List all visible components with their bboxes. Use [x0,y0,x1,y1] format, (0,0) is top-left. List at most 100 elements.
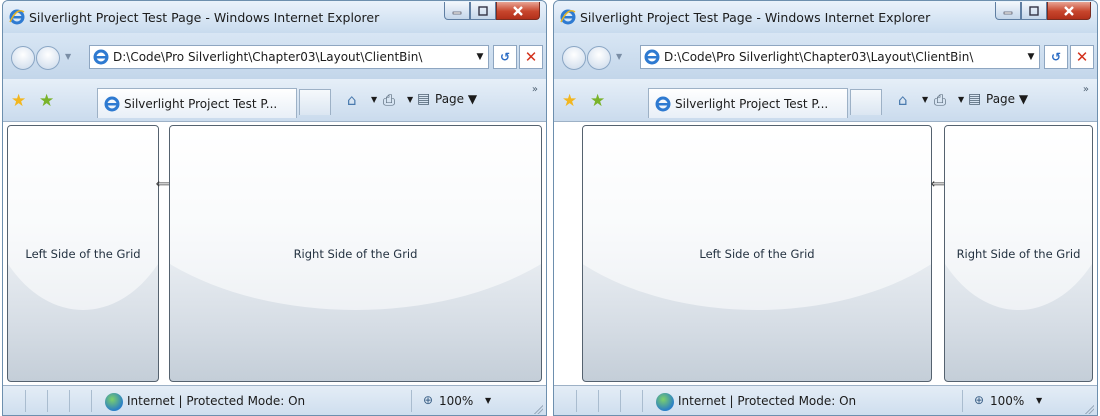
recent-pages-dropdown[interactable]: ▼ [616,52,622,61]
maximize-button[interactable] [470,2,496,20]
zoom-icon: ⊕ [423,393,434,407]
title-bar[interactable]: Silverlight Project Test Page - Windows … [554,1,1097,33]
back-button[interactable] [11,46,35,70]
address-field[interactable]: D:\Code\Pro Silverlight\Chapter03\Layout… [640,45,1040,69]
close-icon [513,5,523,16]
forward-button[interactable] [36,46,60,70]
recent-pages-dropdown[interactable]: ▼ [65,52,71,61]
zoom-level[interactable]: 100% [990,394,1024,408]
internet-zone-icon [656,393,674,411]
address-field[interactable]: D:\Code\Pro Silverlight\Chapter03\Layout… [89,45,489,69]
favorites-star-icon[interactable]: ★ [11,91,26,111]
print-dropdown[interactable]: ▼ [407,95,413,104]
new-tab-button[interactable] [850,89,882,115]
grid-left-label: Left Side of the Grid [25,246,141,261]
security-zone-text[interactable]: Internet | Protected Mode: On [127,394,305,408]
page-menu[interactable]: Page ▼ [986,92,1028,106]
grid-left-panel: Left Side of the Grid [582,125,932,382]
resize-grip[interactable] [533,404,543,414]
refresh-icon: ↺ [499,50,511,64]
zoom-dropdown[interactable]: ▼ [1036,396,1042,405]
zoom-icon: ⊕ [974,393,985,407]
tab-title: Silverlight Project Test P... [675,96,829,111]
add-favorite-icon[interactable]: ★ [590,91,605,111]
address-toolbar: ▼ D:\Code\Pro Silverlight\Chapter03\Layo… [554,33,1097,79]
stop-icon: ✕ [1075,48,1089,66]
refresh-button[interactable]: ↺ [1044,45,1068,69]
internet-explorer-icon [9,9,25,25]
page-content: Left Side of the Grid ⟺ Right Side of th… [554,121,1097,385]
chevron-more-icon[interactable]: » [1083,84,1089,95]
browser-window-1: Silverlight Project Test Page - Windows … [2,0,547,416]
internet-zone-icon [105,393,123,411]
internet-explorer-icon [655,96,671,111]
home-dropdown[interactable]: ▼ [922,95,928,104]
back-button[interactable] [562,46,586,70]
stop-button[interactable]: ✕ [1070,45,1094,69]
tab-title: Silverlight Project Test P... [124,96,278,111]
close-button[interactable] [496,2,540,20]
resize-grip[interactable] [1084,404,1094,414]
command-bar: ★ ★ Silverlight Project Test P... ⌂ ▼ ⎙ … [3,79,546,121]
address-dropdown[interactable]: ▼ [472,52,488,62]
page-menu[interactable]: Page ▼ [435,92,477,106]
page-menu-label: Page [435,92,465,106]
page-menu-label: Page [986,92,1016,106]
browser-window-2: Silverlight Project Test Page - Windows … [553,0,1098,416]
title-bar[interactable]: Silverlight Project Test Page - Windows … [3,1,546,33]
home-icon[interactable]: ⌂ [898,91,908,109]
window-title: Silverlight Project Test Page - Windows … [580,10,931,25]
print-dropdown[interactable]: ▼ [958,95,964,104]
new-tab-button[interactable] [299,89,331,115]
print-icon[interactable]: ⎙ [934,91,946,109]
maximize-button[interactable] [1021,2,1047,20]
caption-buttons [444,2,540,20]
chevron-more-icon[interactable]: » [532,84,538,95]
address-toolbar: ▼ D:\Code\Pro Silverlight\Chapter03\Layo… [3,33,546,79]
maximize-icon [478,5,488,16]
grid-right-panel: Right Side of the Grid [944,125,1093,382]
stop-button[interactable]: ✕ [519,45,543,69]
grid-left-label: Left Side of the Grid [699,246,815,261]
minimize-icon [1003,11,1013,14]
address-text[interactable]: D:\Code\Pro Silverlight\Chapter03\Layout… [113,50,472,64]
tab-active[interactable]: Silverlight Project Test P... [97,88,297,118]
grid-right-panel: Right Side of the Grid [169,125,542,382]
page-icon: ▤ [417,91,431,107]
page-content: Left Side of the Grid ⟺ Right Side of th… [3,121,546,385]
home-dropdown[interactable]: ▼ [371,95,377,104]
page-icon: ▤ [968,91,982,107]
print-icon[interactable]: ⎙ [383,91,395,109]
maximize-icon [1029,5,1039,16]
minimize-button[interactable] [444,2,470,20]
favorites-star-icon[interactable]: ★ [562,91,577,111]
address-text[interactable]: D:\Code\Pro Silverlight\Chapter03\Layout… [664,50,1023,64]
grid-left-panel: Left Side of the Grid [7,125,159,382]
close-icon [1064,5,1074,16]
minimize-icon [452,11,462,14]
internet-explorer-icon [93,49,109,65]
zoom-level[interactable]: 100% [439,394,473,408]
zoom-dropdown[interactable]: ▼ [485,396,491,405]
address-dropdown[interactable]: ▼ [1023,52,1039,62]
tab-active[interactable]: Silverlight Project Test P... [648,88,848,118]
grid-right-label: Right Side of the Grid [956,246,1081,261]
minimize-button[interactable] [995,2,1021,20]
home-icon[interactable]: ⌂ [347,91,357,109]
add-favorite-icon[interactable]: ★ [39,91,54,111]
internet-explorer-icon [560,9,576,25]
stop-icon: ✕ [524,48,538,66]
status-bar: Internet | Protected Mode: On ⊕ 100% ▼ [3,385,546,415]
status-bar: Internet | Protected Mode: On ⊕ 100% ▼ [554,385,1097,415]
command-bar: ★ ★ Silverlight Project Test P... ⌂ ▼ ⎙ … [554,79,1097,121]
grid-right-label: Right Side of the Grid [293,246,418,261]
internet-explorer-icon [104,96,120,111]
internet-explorer-icon [644,49,660,65]
caption-buttons [995,2,1091,20]
refresh-button[interactable]: ↺ [493,45,517,69]
window-title: Silverlight Project Test Page - Windows … [29,10,380,25]
close-button[interactable] [1047,2,1091,20]
refresh-icon: ↺ [1050,50,1062,64]
security-zone-text[interactable]: Internet | Protected Mode: On [678,394,856,408]
forward-button[interactable] [587,46,611,70]
